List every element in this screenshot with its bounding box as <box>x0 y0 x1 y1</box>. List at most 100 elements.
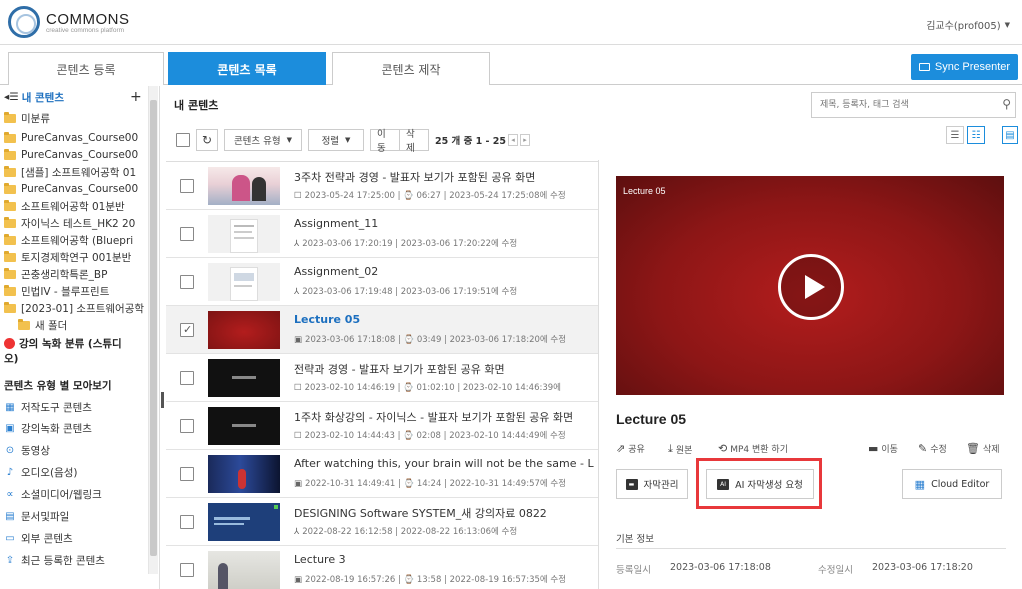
cloud-editor-button[interactable]: ▦ Cloud Editor <box>902 469 1002 499</box>
move-action[interactable]: ▬ 이동 <box>868 442 898 455</box>
row-title[interactable]: 전략과 경영 - 발표자 보기가 포함된 공유 화면 <box>294 361 594 377</box>
tab-content-register[interactable]: 콘텐츠 등록 <box>8 52 164 85</box>
authoring-tool-icon: ▦ <box>5 401 15 413</box>
sidebar-folder[interactable]: 자이닉스 테스트_HK2 20 <box>4 216 147 230</box>
sidebar-type-social[interactable]: ∝ 소셜미디어/웹링크 <box>4 487 147 501</box>
sidebar-folder[interactable]: [2023-01] 소프트웨어공학 <box>4 301 147 315</box>
audio-icon: ♪ <box>6 466 14 478</box>
row-title[interactable]: After watching this, your brain will not… <box>294 457 594 470</box>
row-checkbox-checked[interactable]: ✓ <box>180 323 194 337</box>
edit-action[interactable]: ✎ 수정 <box>918 442 947 455</box>
row-checkbox[interactable] <box>180 419 194 433</box>
delete-action[interactable]: 🗑 삭제 <box>966 442 1000 455</box>
search-input[interactable] <box>812 93 992 117</box>
sidebar-root[interactable]: ◂☰ 내 콘텐츠 + <box>4 90 147 104</box>
sidebar-folder[interactable]: PureCanvas_Course00 <box>4 131 147 145</box>
sidebar-type-video[interactable]: ⊙ 동영상 <box>4 443 147 457</box>
sidebar-folder[interactable]: 소프트웨어공학 (Bluepri <box>4 233 147 247</box>
row-meta-text: 2022-08-19 16:57:26 | ⌚ 13:58 | 2022-08-… <box>305 575 567 585</box>
type-filter-select[interactable]: 콘텐츠 유형 ▼ <box>224 129 302 151</box>
list-item[interactable]: Lecture 3 ▣ 2022-08-19 16:57:26 | ⌚ 13:58… <box>166 546 598 589</box>
row-title[interactable]: Lecture 3 <box>294 553 594 566</box>
search-icon[interactable]: ⚲ <box>1002 97 1011 111</box>
sync-presenter-label: Sync Presenter <box>934 61 1011 73</box>
row-checkbox[interactable] <box>180 515 194 529</box>
list-item[interactable]: After watching this, your brain will not… <box>166 450 598 498</box>
detail-view-button[interactable]: ☷ <box>967 126 985 144</box>
sidebar-folder[interactable]: 새 폴더 <box>18 318 159 332</box>
list-item[interactable]: Assignment_02 ⅄ 2023-03-06 17:19:48 | 202… <box>166 258 598 306</box>
subtitle-manage-button[interactable]: ▬ 자막관리 <box>616 469 688 499</box>
delete-button[interactable]: 삭제 <box>399 129 429 154</box>
main-tabbar: 콘텐츠 등록 콘텐츠 목록 콘텐츠 제작 Sync Presenter <box>0 52 1022 85</box>
play-button-icon[interactable] <box>778 254 844 320</box>
list-item[interactable]: 1주차 화상강의 - 자이닉스 - 발표자 보기가 포함된 공유 화면 ☐ 202… <box>166 402 598 450</box>
sidebar-folder[interactable]: 곤충생리학특론_BP <box>4 267 147 281</box>
type-label: 강의녹화 콘텐츠 <box>21 422 92 435</box>
original-action[interactable]: ⤓ 원본 <box>668 442 692 456</box>
sidebar-type-recent[interactable]: ⇪ 최근 등록한 콘텐츠 <box>4 553 147 567</box>
sidebar-folder[interactable]: [샘플] 소프트웨어공학 01 <box>4 165 147 179</box>
sort-select[interactable]: 정렬 ▼ <box>308 129 364 151</box>
list-view-button[interactable]: ☰ <box>946 126 964 144</box>
mp4-convert-action[interactable]: ⟲ MP4 변환 하기 <box>718 442 788 455</box>
sidebar-scroll-thumb[interactable] <box>150 100 157 556</box>
row-title[interactable]: DESIGNING Software SYSTEM_새 강의자료 0822 <box>294 505 594 521</box>
sidebar-type-external[interactable]: ▭ 외부 콘텐츠 <box>4 531 147 545</box>
sidebar-type-lecture[interactable]: ▣ 강의녹화 콘텐츠 <box>4 421 147 435</box>
add-folder-button[interactable]: + <box>130 90 142 104</box>
row-checkbox[interactable] <box>180 563 194 577</box>
video-file-icon: ▣ <box>294 479 303 489</box>
sidebar-folder[interactable]: 소프트웨어공학 01분반 <box>4 199 147 213</box>
user-menu[interactable]: 김교수(prof005) ▼ <box>926 17 1010 33</box>
folder-label: [샘플] 소프트웨어공학 01 <box>21 166 137 179</box>
sidebar-resize-handle[interactable] <box>161 392 164 408</box>
sidebar-folder[interactable]: PureCanvas_Course00 <box>4 148 147 162</box>
sidebar-folder[interactable]: 토지경제학연구 001분반 <box>4 250 147 264</box>
row-checkbox[interactable] <box>180 467 194 481</box>
row-checkbox[interactable] <box>180 227 194 241</box>
sidebar-scrollbar[interactable] <box>148 86 158 574</box>
next-page-button[interactable]: ▸ <box>520 134 531 146</box>
share-action[interactable]: ⇗ 공유 <box>616 442 645 455</box>
select-all-checkbox[interactable] <box>176 133 190 147</box>
list-item[interactable]: Assignment_11 ⅄ 2023-03-06 17:20:19 | 202… <box>166 210 598 258</box>
panel-toggle-button[interactable]: ▤ <box>1002 126 1018 144</box>
pager-text: 25 개 중 1 - 25 <box>435 136 507 147</box>
tab-content-list[interactable]: 콘텐츠 목록 <box>168 52 326 85</box>
row-checkbox[interactable] <box>180 371 194 385</box>
row-title[interactable]: 1주차 화상강의 - 자이닉스 - 발표자 보기가 포함된 공유 화면 <box>294 409 594 425</box>
list-item-selected[interactable]: ✓ Lecture 05 ▣ 2023-03-06 17:18:08 | ⌚ 03… <box>166 306 598 354</box>
video-player[interactable]: Lecture 05 <box>616 176 1004 395</box>
row-meta-text: 2023-03-06 17:18:08 | ⌚ 03:49 | 2023-03-… <box>305 335 567 345</box>
row-title[interactable]: Assignment_02 <box>294 265 594 278</box>
sidebar-folder[interactable]: PureCanvas_Course00 <box>4 182 147 196</box>
sidebar-type-document[interactable]: ▤ 문서및파일 <box>4 509 147 523</box>
sidebar-type-authoring[interactable]: ▦ 저작도구 콘텐츠 <box>4 400 147 414</box>
list-item[interactable]: 전략과 경영 - 발표자 보기가 포함된 공유 화면 ☐ 2023-02-10 1… <box>166 354 598 402</box>
monitor-icon <box>918 63 930 71</box>
row-checkbox[interactable] <box>180 179 194 193</box>
row-title[interactable]: Lecture 05 <box>294 313 594 326</box>
commons-logo[interactable]: COMMONS creative commons platform <box>8 6 130 38</box>
sidebar-folder[interactable]: 미분류 <box>4 111 147 125</box>
list-item[interactable]: DESIGNING Software SYSTEM_새 강의자료 0822 ⅄ 2… <box>166 498 598 546</box>
folder-icon <box>4 199 16 211</box>
row-title[interactable]: 3주차 전략과 경영 - 발표자 보기가 포함된 공유 화면 <box>294 169 594 185</box>
share-label: 공유 <box>628 445 645 455</box>
reg-date-value: 2023-03-06 17:18:08 <box>670 562 771 573</box>
prev-page-button[interactable]: ◂ <box>508 134 519 146</box>
refresh-button[interactable]: ↻ <box>196 129 218 151</box>
sidebar-folder[interactable]: 민법IV - 블루프린트 <box>4 284 147 298</box>
row-title[interactable]: Assignment_11 <box>294 217 594 230</box>
highlight-box <box>696 458 822 509</box>
folder-label: 곤충생리학특론_BP <box>21 268 108 281</box>
list-item[interactable]: 3주차 전략과 경영 - 발표자 보기가 포함된 공유 화면 ☐ 2023-05-… <box>166 162 598 210</box>
move-button[interactable]: 이동 <box>370 129 400 154</box>
row-checkbox[interactable] <box>180 275 194 289</box>
sync-presenter-button[interactable]: Sync Presenter <box>911 54 1018 80</box>
sidebar-studio[interactable]: 강의 녹화 분류 (스튜디 <box>4 336 147 350</box>
tab-content-create[interactable]: 콘텐츠 제작 <box>332 52 490 85</box>
sidebar-type-audio[interactable]: ♪ 오디오(음성) <box>4 465 147 479</box>
folder-label: 새 폴더 <box>35 319 68 332</box>
